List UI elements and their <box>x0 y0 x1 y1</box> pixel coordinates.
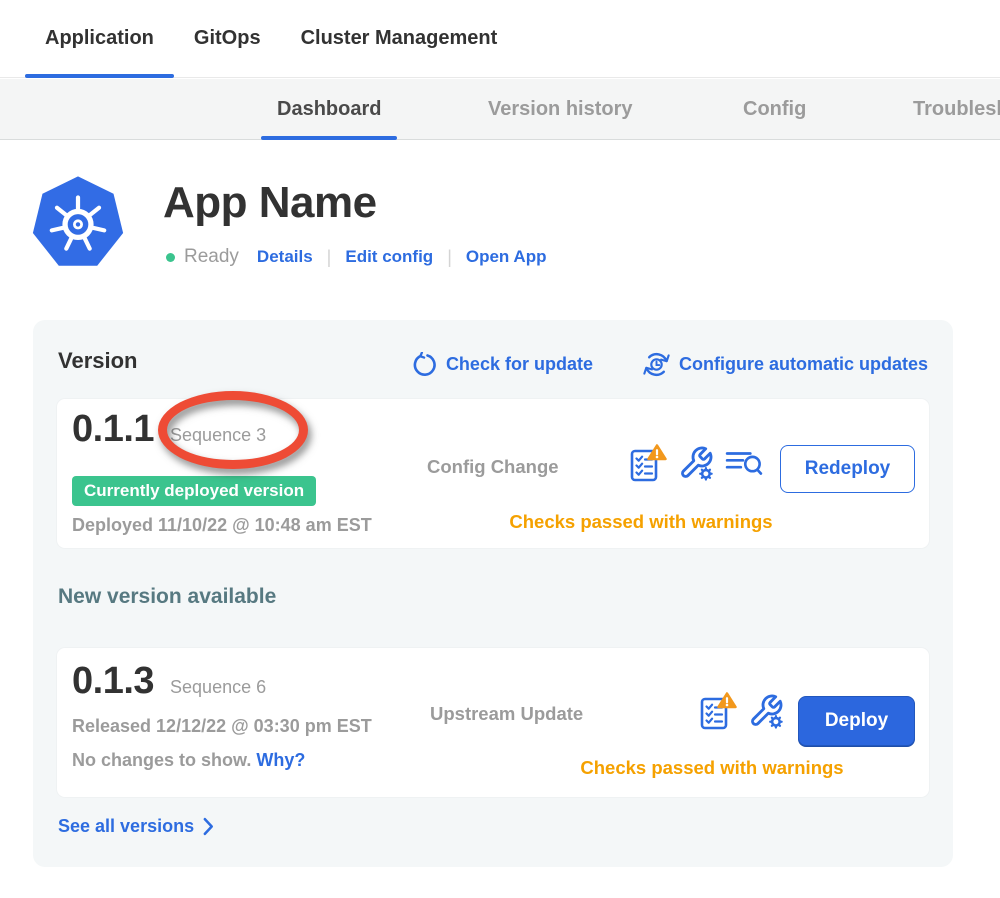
preflight-checks-icon[interactable] <box>627 443 667 483</box>
edit-config-wrench-icon[interactable] <box>748 693 784 729</box>
available-version-sequence: Sequence 6 <box>170 677 266 698</box>
top-tab-application[interactable]: Application <box>25 0 174 77</box>
page-title: App Name <box>163 178 377 228</box>
top-tab-gitops-label: GitOps <box>194 27 261 50</box>
view-diff-icon[interactable] <box>725 447 763 479</box>
check-for-update-label: Check for update <box>446 354 593 375</box>
app-sub-nav: Dashboard Version history Config Trouble… <box>0 79 1000 140</box>
details-link[interactable]: Details <box>257 247 313 267</box>
preflight-result-text[interactable]: Checks passed with warnings <box>542 757 882 779</box>
version-source-label: Upstream Update <box>430 703 583 725</box>
preflight-checks-icon[interactable] <box>697 691 737 731</box>
top-tab-application-label: Application <box>45 27 154 50</box>
current-version-sequence: Sequence 3 <box>170 425 266 446</box>
no-changes-text: No changes to show. Why? <box>72 750 305 771</box>
tab-config[interactable]: Config <box>743 79 806 140</box>
auto-update-clock-icon <box>643 351 670 378</box>
kubernetes-logo-icon <box>30 173 126 272</box>
configure-automatic-updates-label: Configure automatic updates <box>679 354 928 375</box>
tab-config-label: Config <box>743 98 806 121</box>
top-tab-gitops[interactable]: GitOps <box>174 0 281 77</box>
new-version-available-heading: New version available <box>58 585 276 609</box>
preflight-result-text[interactable]: Checks passed with warnings <box>471 511 811 533</box>
tab-dashboard-label: Dashboard <box>277 98 381 121</box>
available-version-row: 0.1.3 Sequence 6 Released 12/12/22 @ 03:… <box>57 648 929 797</box>
deploy-button[interactable]: Deploy <box>798 696 915 746</box>
redeploy-button[interactable]: Redeploy <box>780 445 915 493</box>
version-source-label: Config Change <box>427 456 559 478</box>
tab-dashboard[interactable]: Dashboard <box>277 79 381 140</box>
top-nav: Application GitOps Cluster Management <box>0 0 1000 78</box>
top-tab-cluster-management[interactable]: Cluster Management <box>281 0 518 77</box>
see-all-versions-label: See all versions <box>58 816 194 837</box>
currently-deployed-badge: Currently deployed version <box>72 476 316 506</box>
available-version-number: 0.1.3 <box>72 660 154 703</box>
current-version-line: 0.1.1 Sequence 3 <box>72 408 266 451</box>
chevron-right-icon <box>203 817 214 836</box>
released-timestamp: Released 12/12/22 @ 03:30 pm EST <box>72 716 372 737</box>
edit-config-link[interactable]: Edit config <box>345 247 433 267</box>
edit-config-wrench-icon[interactable] <box>678 445 714 481</box>
why-link[interactable]: Why? <box>256 750 305 770</box>
tab-version-history[interactable]: Version history <box>488 79 633 140</box>
tab-troubleshoot-label: Troubleshoot <box>913 98 1000 121</box>
app-status-row: Ready Details | Edit config | Open App <box>166 243 546 271</box>
divider: | <box>447 247 452 268</box>
no-changes-label: No changes to show. <box>72 750 251 770</box>
current-version-row: 0.1.1 Sequence 3 Currently deployed vers… <box>57 399 929 548</box>
available-version-line: 0.1.3 Sequence 6 <box>72 660 266 703</box>
current-version-number: 0.1.1 <box>72 408 154 451</box>
divider: | <box>327 247 332 268</box>
available-version-actions <box>697 691 784 731</box>
deployed-timestamp: Deployed 11/10/22 @ 10:48 am EST <box>72 515 372 536</box>
configure-automatic-updates-button[interactable]: Configure automatic updates <box>643 351 928 378</box>
check-for-update-button[interactable]: Check for update <box>412 351 593 378</box>
version-card-title: Version <box>58 348 137 374</box>
current-version-actions <box>627 443 763 483</box>
ready-status-dot-icon <box>166 253 175 262</box>
version-card: Version Check for update <box>33 320 953 867</box>
refresh-icon <box>412 352 437 377</box>
status-badge: Ready <box>184 246 239 268</box>
top-tab-cluster-management-label: Cluster Management <box>301 27 498 50</box>
tab-version-history-label: Version history <box>488 98 633 121</box>
version-card-actions: Check for update Configure automatic upd… <box>412 351 928 378</box>
open-app-link[interactable]: Open App <box>466 247 547 267</box>
see-all-versions-link[interactable]: See all versions <box>58 816 214 837</box>
tab-troubleshoot[interactable]: Troubleshoot <box>913 79 1000 140</box>
